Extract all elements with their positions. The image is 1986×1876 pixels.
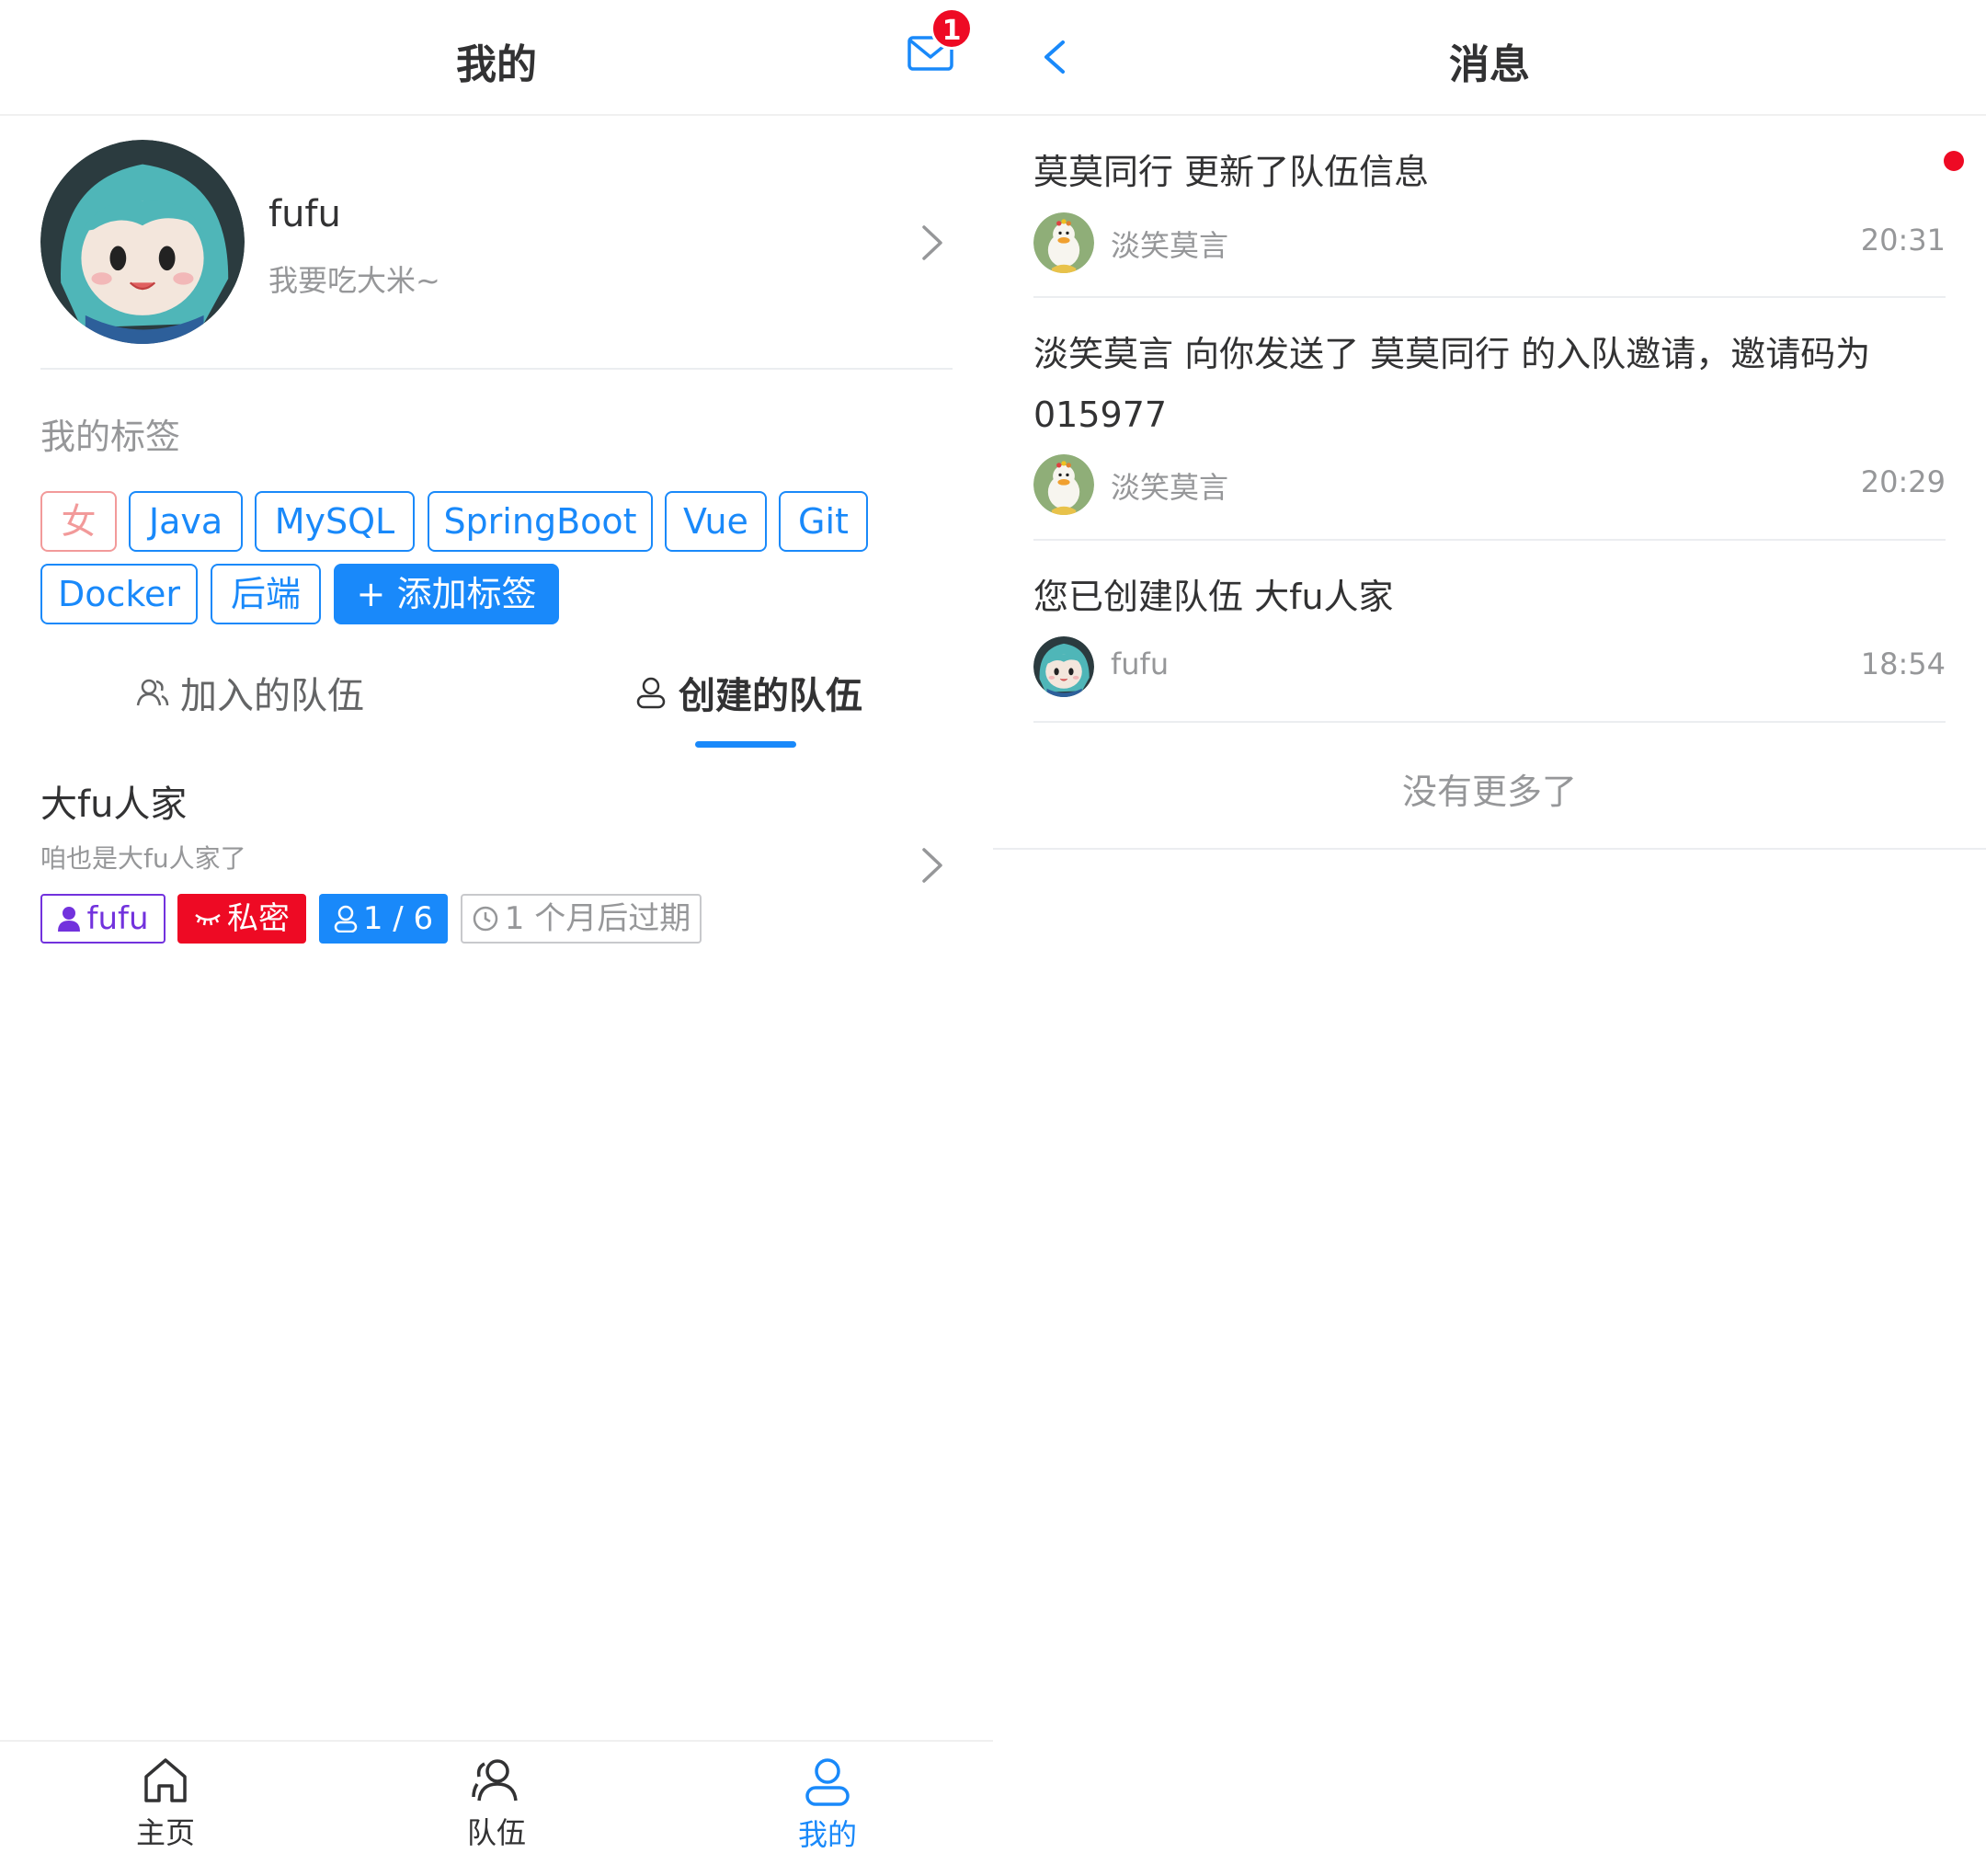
tab-created-label: 创建的队伍 — [679, 675, 862, 717]
expire-text: 1 个月后过期 — [504, 900, 691, 937]
divider — [1033, 539, 1946, 541]
team-icon — [472, 1759, 518, 1802]
message-title: 您已创建队伍 大fu人家 — [1033, 577, 1394, 617]
tabbar-me-label: 我的 — [797, 1817, 857, 1852]
profile-name: fufu — [268, 193, 341, 235]
tab-created-teams[interactable]: 创建的队伍 — [634, 662, 862, 723]
team-name: 大fu人家 — [40, 784, 188, 826]
owner-name: fufu — [86, 900, 149, 937]
tab-active-indicator — [695, 741, 796, 748]
tag-vue[interactable]: Vue — [665, 491, 767, 552]
avatar — [1033, 454, 1094, 515]
tag-backend[interactable]: 后端 — [211, 564, 321, 624]
page-title: 我的 — [456, 41, 537, 88]
users-icon — [136, 679, 169, 706]
tags-label: 我的标签 — [40, 417, 181, 457]
member-count: 1 / 6 — [362, 900, 434, 937]
avatar[interactable] — [40, 140, 245, 344]
tabbar-team[interactable]: 队伍 — [405, 1756, 588, 1852]
tabbar-home-label: 主页 — [135, 1815, 195, 1850]
member-count-chip: 1 / 6 — [319, 894, 448, 944]
tag-springboot[interactable]: SpringBoot — [428, 491, 653, 552]
tab-joined-teams[interactable]: 加入的队伍 — [136, 662, 364, 723]
user-icon — [636, 677, 666, 709]
tabbar-team-label: 队伍 — [466, 1815, 526, 1850]
user-icon — [334, 905, 358, 932]
clock-icon — [473, 906, 498, 932]
divider — [1033, 721, 1946, 723]
unread-badge: 1 — [930, 7, 973, 50]
tag-gender[interactable]: 女 — [40, 491, 117, 552]
user-icon — [805, 1758, 850, 1806]
no-more-text: 没有更多了 — [1401, 772, 1577, 812]
tabbar-me[interactable]: 我的 — [736, 1756, 919, 1854]
tag-docker[interactable]: Docker — [40, 564, 198, 624]
person-icon — [58, 907, 81, 932]
message-time-text: 20:31 — [1860, 223, 1946, 257]
add-tag-button[interactable]: + 添加标签 — [334, 564, 559, 624]
expire-chip: 1 个月后过期 — [461, 894, 702, 944]
message-sender: 淡笑莫言 — [1111, 470, 1229, 505]
divider — [1033, 296, 1946, 298]
messages-page: 消息 莫莫同行 更新了队伍信息 淡笑莫言 20:31 淡笑莫言 向你发送了 莫莫… — [993, 0, 1986, 1876]
private-chip: 私密 — [177, 894, 306, 944]
page-title: 消息 — [1449, 41, 1530, 88]
chevron-right-icon[interactable] — [919, 846, 946, 885]
avatar — [1033, 212, 1094, 273]
nav-bar: 我的 1 — [0, 0, 993, 116]
tab-joined-label: 加入的队伍 — [180, 675, 364, 717]
bottom-tab-bar: 主页 队伍 我的 — [0, 1740, 993, 1876]
message-time: 18:54 — [1860, 646, 1946, 681]
my-page: 我的 1 fufu 我要吃大米~ 我的标签 女 Java MySQL Sprin… — [0, 0, 993, 1876]
message-title: 淡笑莫言 向你发送了 莫莫同行 的入队邀请，邀请码为 015977 — [1033, 334, 1871, 435]
profile-bio: 我要吃大米~ — [268, 263, 440, 298]
owner-chip: fufu — [40, 894, 166, 944]
tag-git[interactable]: Git — [779, 491, 868, 552]
divider — [993, 848, 1986, 850]
message-time: 20:29 — [1860, 464, 1946, 499]
nav-bar: 消息 — [993, 0, 1986, 116]
tabbar-home[interactable]: 主页 — [74, 1756, 257, 1852]
tag-mysql[interactable]: MySQL — [255, 491, 415, 552]
message-title: 莫莫同行 更新了队伍信息 — [1033, 152, 1430, 192]
avatar — [1033, 636, 1094, 697]
eye-closed-icon — [195, 913, 221, 926]
message-sender: 淡笑莫言 — [1111, 228, 1229, 263]
tag-java[interactable]: Java — [129, 491, 243, 552]
visibility-text: 私密 — [227, 900, 290, 937]
message-sender: fufu — [1111, 646, 1170, 681]
team-description: 咱也是大fu人家了 — [40, 843, 246, 874]
unread-dot — [1944, 151, 1964, 171]
home-icon — [144, 1758, 187, 1802]
chevron-right-icon[interactable] — [919, 223, 946, 262]
divider — [40, 368, 953, 370]
